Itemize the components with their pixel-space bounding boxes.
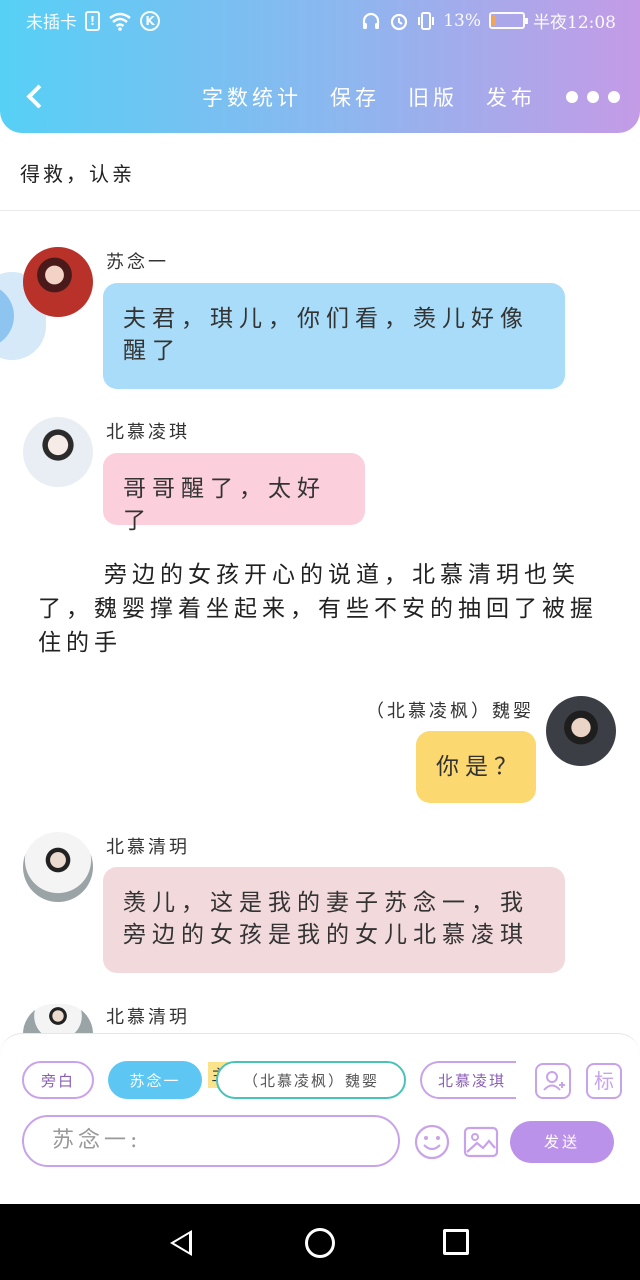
word-count-button[interactable]: 字数统计 — [202, 82, 302, 112]
carrier-text: 未插卡 — [26, 13, 77, 33]
nav-recents-icon[interactable] — [443, 1229, 469, 1255]
message-bubble[interactable]: 夫君，琪儿，你们看，羡儿好像醒了 — [103, 283, 565, 389]
toolbar: 字数统计 保存 旧版 发布 — [0, 78, 640, 114]
tag-icon[interactable]: 标 — [586, 1063, 622, 1099]
avatar[interactable] — [23, 247, 93, 317]
chapter-title[interactable]: 得救，认亲 — [20, 158, 135, 187]
status-bar: 未插卡 ! K 13% 半夜12:08 — [0, 8, 640, 36]
battery-icon — [489, 12, 528, 29]
role-chip-narrator[interactable]: 旁白 — [22, 1061, 94, 1099]
nav-home-icon[interactable] — [305, 1228, 335, 1258]
battery-percent: 13% — [443, 10, 481, 31]
message-bubble[interactable]: 羡儿，这是我的妻子苏念一，我旁边的女孩是我的女儿北慕凌琪 — [103, 867, 565, 973]
avatar[interactable] — [23, 1004, 93, 1034]
toolbar-menu: 字数统计 保存 旧版 发布 — [174, 82, 620, 112]
vibrate-icon — [418, 11, 435, 30]
publish-button[interactable]: 发布 — [486, 82, 536, 112]
save-button[interactable]: 保存 — [330, 82, 380, 112]
clock: 半夜12:08 — [533, 13, 616, 33]
speaker-name: 北慕清玥 — [106, 1007, 190, 1028]
send-button[interactable]: 发送 — [510, 1121, 614, 1163]
k-app-icon: K — [140, 10, 160, 31]
image-icon[interactable] — [462, 1123, 500, 1161]
more-options-icon[interactable] — [566, 91, 620, 103]
speaker-name: （北慕凌枫）魏婴 — [366, 701, 534, 722]
editor-page: 未插卡 ! K 13% 半夜12:08 字数统计 保存 旧版 发布 得救，认亲 … — [0, 0, 640, 1280]
emoji-icon[interactable] — [413, 1123, 451, 1161]
wifi-icon — [109, 12, 131, 31]
headphones-icon — [363, 12, 380, 29]
avatar[interactable] — [23, 832, 93, 902]
alarm-icon — [391, 13, 408, 30]
header: 未插卡 ! K 13% 半夜12:08 字数统计 保存 旧版 发布 — [0, 0, 640, 133]
narration-text[interactable]: 旁边的女孩开心的说道，北慕清玥也笑了，魏婴撑着坐起来，有些不安的抽回了被握住的手 — [38, 558, 613, 660]
tag-icon-label: 标 — [594, 1069, 614, 1093]
role-chip-label: 北慕凌琪 — [438, 1071, 507, 1090]
divider — [0, 210, 640, 211]
character-manage-icon[interactable] — [535, 1063, 571, 1099]
speaker-name: 苏念一 — [106, 252, 169, 273]
system-nav-bar — [0, 1204, 640, 1280]
old-version-button[interactable]: 旧版 — [408, 82, 458, 112]
nav-back-icon[interactable] — [170, 1230, 192, 1256]
speaker-name: 北慕凌琪 — [106, 422, 190, 443]
back-arrow-icon[interactable] — [20, 80, 50, 110]
sim-alert-icon: ! — [85, 10, 100, 31]
avatar[interactable] — [546, 696, 616, 766]
avatar[interactable] — [23, 417, 93, 487]
role-chip-selected[interactable]: 苏念一 — [108, 1061, 202, 1099]
role-chip[interactable]: 北慕凌琪 — [420, 1061, 516, 1099]
speaker-name: 北慕清玥 — [106, 837, 190, 858]
message-bubble[interactable]: 哥哥醒了，太好了 — [103, 453, 365, 534]
message-input[interactable]: 苏念一: — [22, 1115, 400, 1167]
message-bubble[interactable]: 你是？ — [416, 731, 536, 803]
role-chip-main[interactable]: （北慕凌枫）魏婴 — [216, 1061, 406, 1099]
